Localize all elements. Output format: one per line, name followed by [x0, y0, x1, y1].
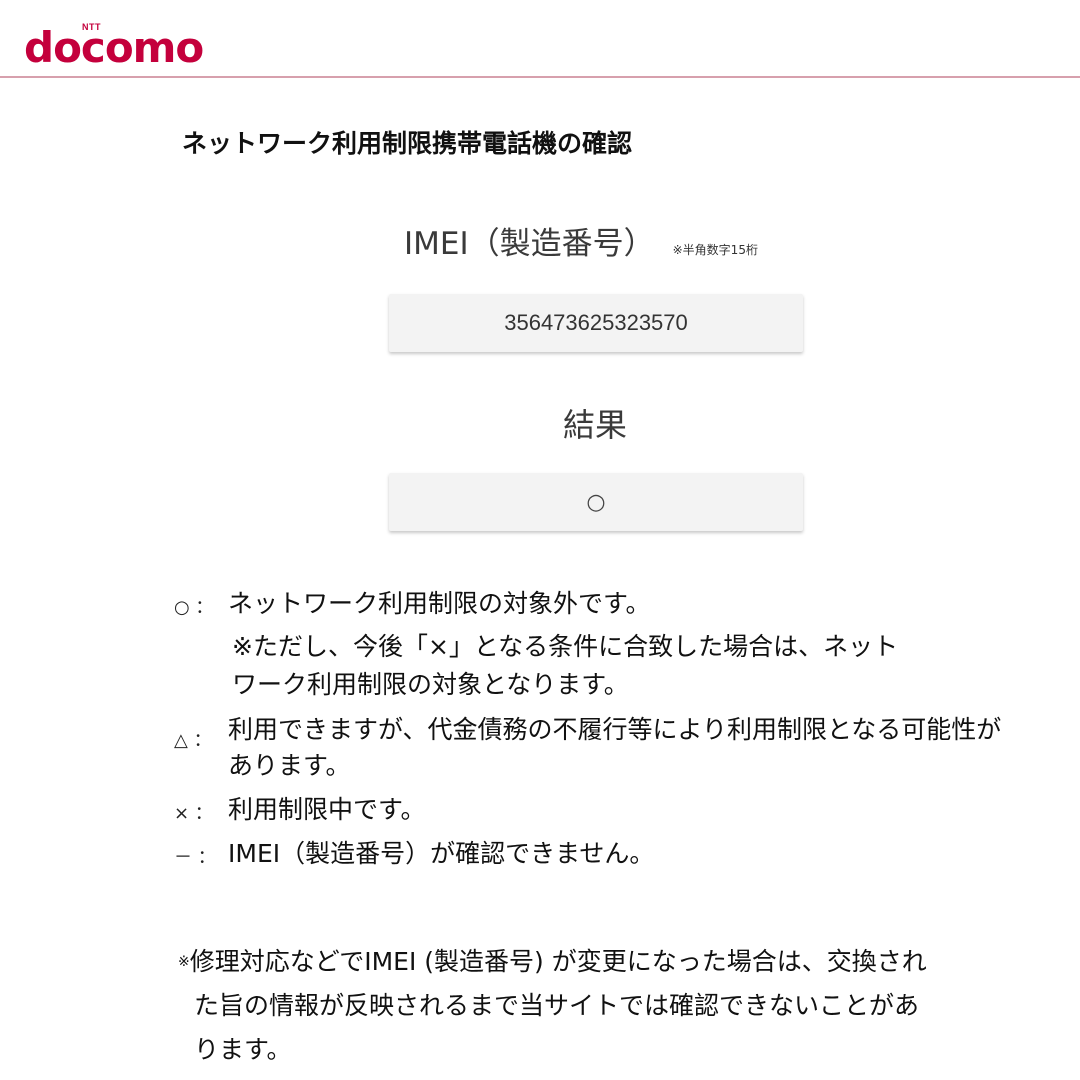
legend-item-unknown: － ： IMEI（製造番号）が確認できません。 [174, 836, 1004, 872]
imei-label: IMEI（製造番号） ※半角数字15桁 [404, 218, 758, 263]
footnote-line: た旨の情報が反映されるまで当サイトでは確認できないことがあ [194, 991, 920, 1020]
legend: ○ ： ネットワーク利用制限の対象外です。 ※ただし、今後「×」となる条件に合致… [174, 586, 1004, 880]
imei-input[interactable]: 356473625323570 [389, 294, 803, 352]
legend-item-warning: △ ： 利用できますが、代金債務の不履行等により利用制限となる可能性があります。 [174, 712, 1004, 784]
legend-text: 利用制限中です。 [228, 795, 426, 824]
circle-symbol: ○ ： [174, 597, 214, 618]
dash-symbol: － ： [174, 847, 216, 868]
legend-note-line: ワーク利用制限の対象となります。 [232, 670, 629, 699]
imei-label-text: IMEI（製造番号） [404, 226, 655, 262]
legend-item-restricted: × ： 利用制限中です。 [174, 792, 1004, 828]
cross-symbol: × ： [174, 803, 213, 824]
footnote-mark: ※ [178, 954, 190, 970]
footnote-line: 修理対応などでIMEI (製造番号) が変更になった場合は、交換され [189, 947, 927, 976]
footnote-line: ります。 [194, 1035, 292, 1064]
footnote: ※修理対応などでIMEI (製造番号) が変更になった場合は、交換され た旨の情… [178, 940, 1028, 1072]
legend-text: ネットワーク利用制限の対象外です。 [228, 589, 651, 618]
legend-note: ※ただし、今後「×」となる条件に合致した場合は、ネット ワーク利用制限の対象とな… [174, 628, 1004, 704]
imei-note: ※半角数字15桁 [672, 243, 758, 257]
legend-item-ok: ○ ： ネットワーク利用制限の対象外です。 [174, 586, 1004, 622]
legend-note-line: ※ただし、今後「×」となる条件に合致した場合は、ネット [232, 632, 899, 661]
site-header: NTT docomo [0, 0, 1080, 78]
result-field: ○ [389, 473, 803, 531]
page-title: ネットワーク利用制限携帯電話機の確認 [182, 129, 633, 158]
legend-text: IMEI（製造番号）が確認できません。 [228, 839, 655, 868]
legend-text: 利用できますが、代金債務の不履行等により利用制限となる可能性があります。 [228, 715, 1002, 780]
triangle-symbol: △ ： [174, 730, 212, 751]
result-label: 結果 [562, 406, 627, 444]
brand-name: docomo [24, 23, 204, 72]
